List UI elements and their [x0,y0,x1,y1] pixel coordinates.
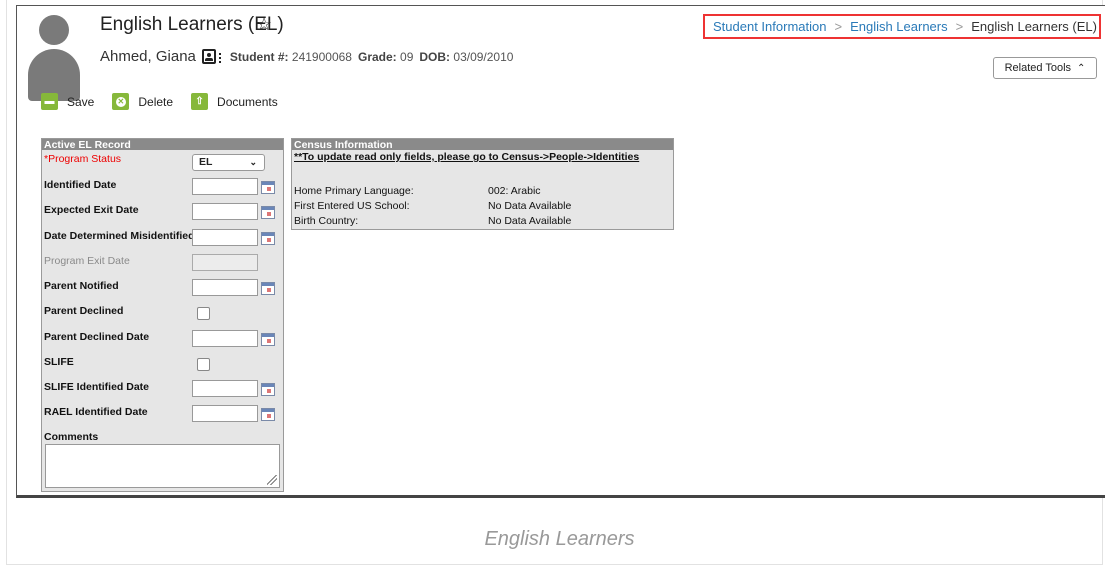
birth-country-value: No Data Available [488,215,572,227]
student-info: Ahmed, Giana Student #: 241900068 Grade:… [100,48,519,65]
action-toolbar: ▬ Save ✕ Delete ⇧ Documents [41,93,292,110]
calendar-icon[interactable] [261,282,275,295]
star-icon[interactable]: ☆ [256,14,272,35]
breadcrumb-english-learners[interactable]: English Learners [850,19,948,34]
expected-exit-date-input[interactable] [192,203,258,220]
program-status-label: *Program Status [44,153,122,165]
program-status-value: EL [199,156,213,168]
slife-checkbox[interactable] [197,358,210,371]
identified-date-input[interactable] [192,178,258,195]
calendar-icon[interactable] [261,408,275,421]
related-tools-button[interactable]: Related Tools ⌃ [993,57,1097,79]
identified-date-label: Identified Date [44,179,117,191]
program-exit-date-input [192,254,258,271]
breadcrumb: Student Information > English Learners >… [703,14,1101,39]
calendar-icon[interactable] [261,206,275,219]
calendar-icon[interactable] [261,333,275,346]
chevron-down-icon: ⌄ [249,157,257,167]
student-number: Student #: 241900068 [229,49,352,64]
documents-button[interactable]: ⇧ Documents [191,93,278,110]
census-information-panel: Census Information **To update read only… [291,138,674,230]
misidentified-date-label: Date Determined Misidentified [44,230,195,242]
avatar-head [39,15,69,45]
calendar-icon[interactable] [261,181,275,194]
rael-identified-date-label: RAEL Identified Date [44,406,148,418]
parent-declined-date-input[interactable] [192,330,258,347]
parent-declined-checkbox[interactable] [197,307,210,320]
panel-header: Active EL Record [42,139,283,151]
figure-caption: English Learners [484,528,635,550]
census-update-link[interactable]: **To update read only fields, please go … [294,151,639,163]
student-name: Ahmed, Giana [100,48,196,65]
panel-header: Census Information [292,139,673,151]
parent-notified-input[interactable] [192,279,258,296]
save-button[interactable]: ▬ Save [41,93,94,110]
comments-label: Comments [44,431,99,443]
misidentified-date-input[interactable] [192,229,258,246]
calendar-icon[interactable] [261,232,275,245]
chevron-right-icon: > [955,19,964,34]
student-dob: DOB: 03/09/2010 [419,49,514,64]
first-entered-label: First Entered US School: [294,200,410,212]
breadcrumb-student-information[interactable]: Student Information [713,19,826,34]
birth-country-label: Birth Country: [294,215,359,227]
parent-declined-label: Parent Declined [44,305,124,317]
calendar-icon[interactable] [261,383,275,396]
chevron-right-icon: > [834,19,843,34]
program-exit-date-label: Program Exit Date [44,255,130,267]
upload-icon: ⇧ [191,93,209,110]
parent-notified-label: Parent Notified [44,280,119,292]
home-language-label: Home Primary Language: [294,185,414,197]
active-el-record-panel: Active EL Record *Program Status EL ⌄ Id… [41,138,284,492]
program-status-select[interactable]: EL ⌄ [192,154,265,171]
screenshot-frame: English Learners (EL) ☆ Ahmed, Giana Stu… [16,5,1105,498]
delete-icon: ✕ [112,93,130,110]
contact-card-icon[interactable] [201,49,221,64]
first-entered-value: No Data Available [488,200,572,212]
rael-identified-date-input[interactable] [192,405,258,422]
resize-handle-icon[interactable] [267,475,277,485]
delete-label: Delete [138,94,174,109]
save-label: Save [67,94,95,109]
related-tools-label: Related Tools [1004,62,1072,74]
delete-button[interactable]: ✕ Delete [112,93,173,110]
expected-exit-date-label: Expected Exit Date [44,204,139,216]
student-grade: Grade: 09 [357,49,414,64]
documents-label: Documents [217,94,278,109]
save-icon: ▬ [41,93,58,110]
slife-label: SLIFE [44,356,74,368]
slife-identified-date-label: SLIFE Identified Date [44,381,150,393]
parent-declined-date-label: Parent Declined Date [44,331,150,343]
figure-frame: English Learners (EL) ☆ Ahmed, Giana Stu… [6,0,1105,565]
slife-identified-date-input[interactable] [192,380,258,397]
comments-textarea[interactable] [45,444,280,488]
avatar [28,15,80,101]
home-language-value: 002: Arabic [488,185,541,197]
chevron-up-icon: ⌃ [1077,62,1086,74]
breadcrumb-current: English Learners (EL) [971,19,1097,34]
